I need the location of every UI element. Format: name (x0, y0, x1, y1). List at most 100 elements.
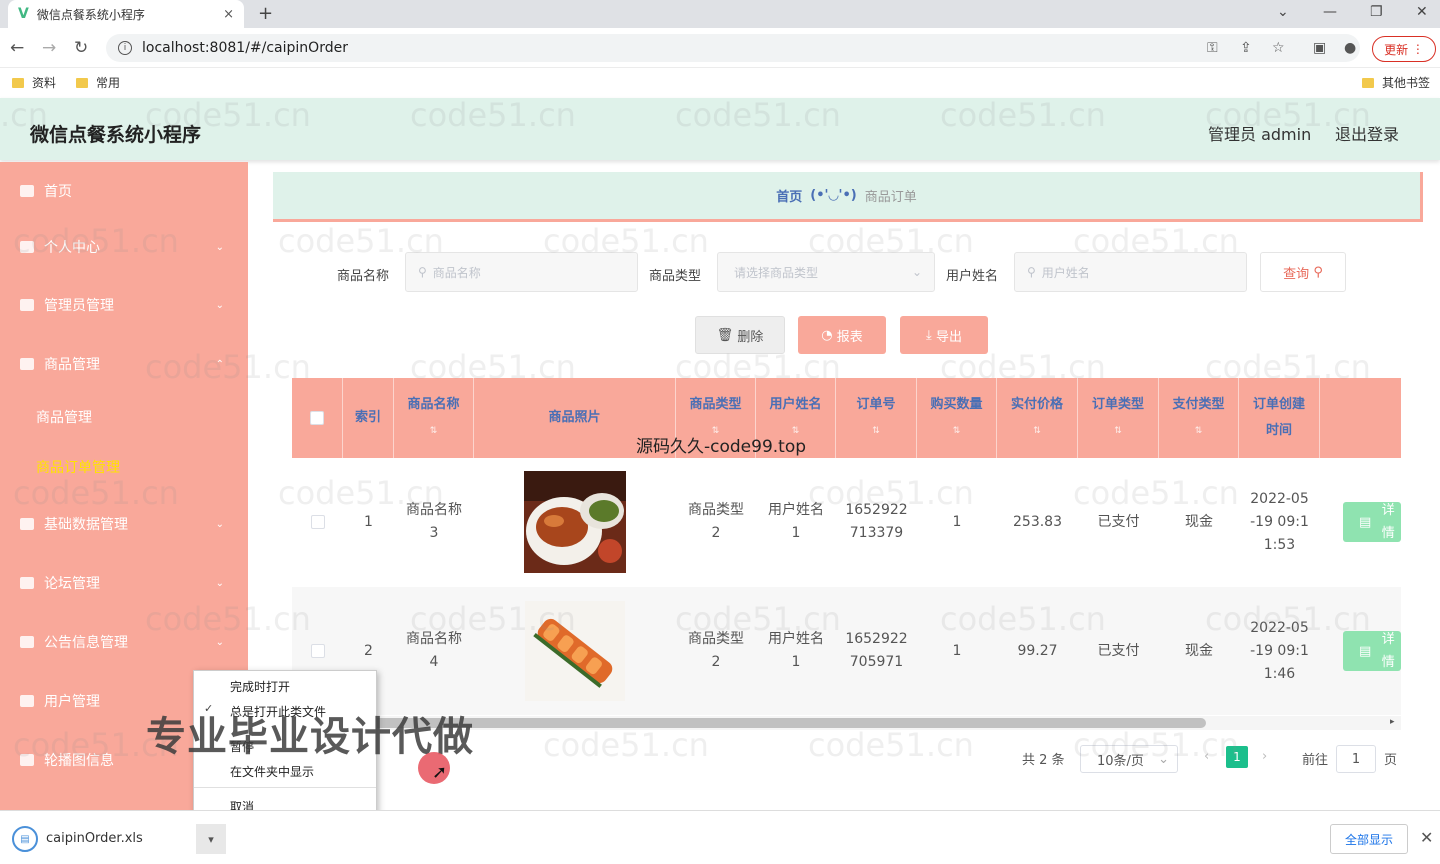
ctx-show-in-folder[interactable]: 在文件夹中显示 (230, 763, 314, 780)
col-header-order-type[interactable]: 订单类型 ⇅ (1078, 378, 1159, 458)
folder-icon (76, 77, 88, 88)
next-page-icon[interactable]: › (1262, 749, 1267, 764)
bookmark-folder-2[interactable]: 常用 (76, 74, 120, 91)
food-photo-sushi[interactable] (525, 601, 625, 701)
sidebar-item-label: 论坛管理 (44, 576, 100, 592)
download-menu-chevron-icon[interactable]: ▾ (196, 824, 226, 854)
sort-icon[interactable]: ⇅ (953, 418, 961, 444)
page-size-value: 10条/页 (1097, 753, 1144, 769)
select-all-checkbox[interactable] (310, 411, 324, 425)
user-filter-placeholder: 用户姓名 (1041, 265, 1090, 280)
watermark: code51.cn (808, 726, 974, 764)
scroll-right-icon[interactable]: ▸ (1390, 717, 1395, 727)
col-header-pay-type[interactable]: 支付类型 ⇅ (1159, 378, 1239, 458)
goto-page-input[interactable]: 1 (1336, 745, 1376, 773)
tab-close-icon[interactable]: × (223, 7, 234, 22)
sort-icon[interactable]: ⇅ (1195, 418, 1203, 444)
tab-search-icon[interactable]: ⌄ (1277, 4, 1289, 20)
users-icon (20, 695, 34, 707)
forward-icon[interactable]: → (42, 38, 56, 58)
delete-label: 删除 (737, 329, 764, 345)
col-header-created[interactable]: 订单创建 时间 (1239, 378, 1320, 458)
report-button[interactable]: ◔ 报表 (798, 316, 886, 354)
row-checkbox[interactable] (310, 515, 325, 529)
show-all-button[interactable]: 全部显示 (1330, 824, 1408, 854)
browser-tab[interactable]: V 微信点餐系统小程序 × (8, 0, 244, 28)
new-tab-button[interactable]: + (258, 3, 273, 24)
col-header-order-no[interactable]: 订单号 ⇅ (836, 378, 917, 458)
sidebar-item-notice[interactable]: 公告信息管理 ⌄ (0, 613, 248, 671)
sidebar-item-profile[interactable]: 个人中心 ⌄ (0, 218, 248, 276)
sidebar-item-admins[interactable]: 管理员管理 ⌄ (0, 276, 248, 334)
sort-icon[interactable]: ⇅ (430, 418, 438, 444)
query-button[interactable]: 查询 ⚲ (1260, 252, 1346, 292)
other-bookmarks[interactable]: 其他书签 (1362, 74, 1430, 91)
cell-qty: 1 (952, 642, 962, 659)
source-watermark: 源码久久-code99.top (636, 437, 807, 457)
cell-photo (474, 458, 676, 586)
table-row: 1 商品名称 3 商品类型 2 用户姓名 1 1652922 713379 1 253.… (292, 458, 1401, 586)
share-icon[interactable]: ⇪ (1240, 40, 1252, 56)
sidebar-item-home[interactable]: 首页 (0, 162, 248, 220)
cell-text: 用户姓名 (768, 502, 824, 518)
key-icon[interactable]: ⚿ (1207, 40, 1218, 56)
row-checkbox[interactable] (310, 644, 325, 658)
cell-text: 商品类型 (688, 631, 744, 647)
sidebar-subitem-goods[interactable]: 商品管理 (0, 392, 248, 442)
prev-page-icon[interactable]: ‹ (1204, 749, 1209, 764)
page-number-current[interactable]: 1 (1226, 746, 1248, 768)
sort-icon[interactable]: ⇅ (1114, 418, 1122, 444)
detail-button[interactable]: ▤ 详情 (1343, 502, 1401, 542)
detail-button[interactable]: ▤ 详情 (1343, 631, 1401, 671)
update-button[interactable]: 更新 ⋮ (1372, 36, 1436, 62)
chevron-down-icon: ⌄ (911, 265, 922, 279)
profile-icon[interactable]: ● (1344, 40, 1356, 56)
page-unit-label: 页 (1384, 753, 1398, 768)
export-button[interactable]: ⤓ 导出 (900, 316, 988, 354)
download-filename[interactable]: caipinOrder.xls (46, 831, 143, 846)
minimize-icon[interactable]: — (1323, 4, 1337, 20)
back-icon[interactable]: ← (10, 38, 24, 58)
close-downloads-icon[interactable]: ✕ (1420, 828, 1433, 847)
cell-photo (474, 587, 676, 715)
page-size-select[interactable]: 10条/页 ⌄ (1080, 745, 1178, 773)
star-icon[interactable]: ☆ (1272, 40, 1285, 56)
reload-icon[interactable]: ↻ (74, 38, 88, 58)
col-header-price[interactable]: 实付价格 ⇅ (997, 378, 1078, 458)
site-info-icon[interactable]: i (118, 41, 132, 55)
sort-icon[interactable]: ⇅ (1033, 418, 1041, 444)
cell-text: 1652922 (845, 502, 908, 518)
admin-label: 管理员 admin (1208, 125, 1312, 144)
sidebar-item-label: 个人中心 (44, 240, 100, 256)
side-panel-icon[interactable]: ▣ (1313, 40, 1326, 56)
sidebar-item-label: 轮播图信息 (44, 753, 114, 769)
restore-icon[interactable]: ❐ (1370, 4, 1383, 20)
bookmark-folder-1[interactable]: 资料 (12, 74, 56, 91)
col-header-index[interactable]: 索引 (343, 378, 394, 458)
breadcrumb-home[interactable]: 首页 (776, 186, 802, 205)
delete-button[interactable]: 🗑 删除 (695, 316, 785, 354)
logout-link[interactable]: 退出登录 (1335, 121, 1399, 145)
sort-icon[interactable]: ⇅ (872, 418, 880, 444)
url-input[interactable]: i localhost:8081/#/caipinOrder (106, 34, 1360, 62)
sidebar-item-basic-data[interactable]: 基础数据管理 ⌄ (0, 495, 248, 553)
sidebar-item-label: 基础数据管理 (44, 517, 128, 533)
user-filter-input[interactable]: ⚲ 用户姓名 (1014, 252, 1247, 292)
sidebar-subitem-orders[interactable]: 商品订单管理 (0, 442, 248, 492)
name-filter-input[interactable]: ⚲ 商品名称 (405, 252, 638, 292)
type-filter-select[interactable]: 请选择商品类型 ⌄ (717, 252, 935, 292)
cell-text: 1:53 (1263, 536, 1296, 553)
cell-text: 商品名称 (406, 502, 462, 518)
col-header-label: 索引 (354, 410, 381, 425)
col-header-qty[interactable]: 购买数量 ⇅ (917, 378, 997, 458)
food-photo-roast[interactable] (524, 471, 626, 573)
cell-text: 商品类型 (688, 502, 744, 518)
ctx-open-when-done[interactable]: 完成时打开 (230, 678, 290, 695)
cell-actions: ▤ 详情 (1320, 587, 1401, 715)
message-icon (20, 636, 34, 648)
close-window-icon[interactable]: ✕ (1416, 4, 1428, 20)
sidebar-item-goods[interactable]: 商品管理 ⌃ (0, 335, 248, 393)
col-header-name[interactable]: 商品名称 ⇅ (394, 378, 474, 458)
col-header-label: 实付价格 (1010, 397, 1063, 412)
sidebar-item-forum[interactable]: 论坛管理 ⌄ (0, 554, 248, 612)
